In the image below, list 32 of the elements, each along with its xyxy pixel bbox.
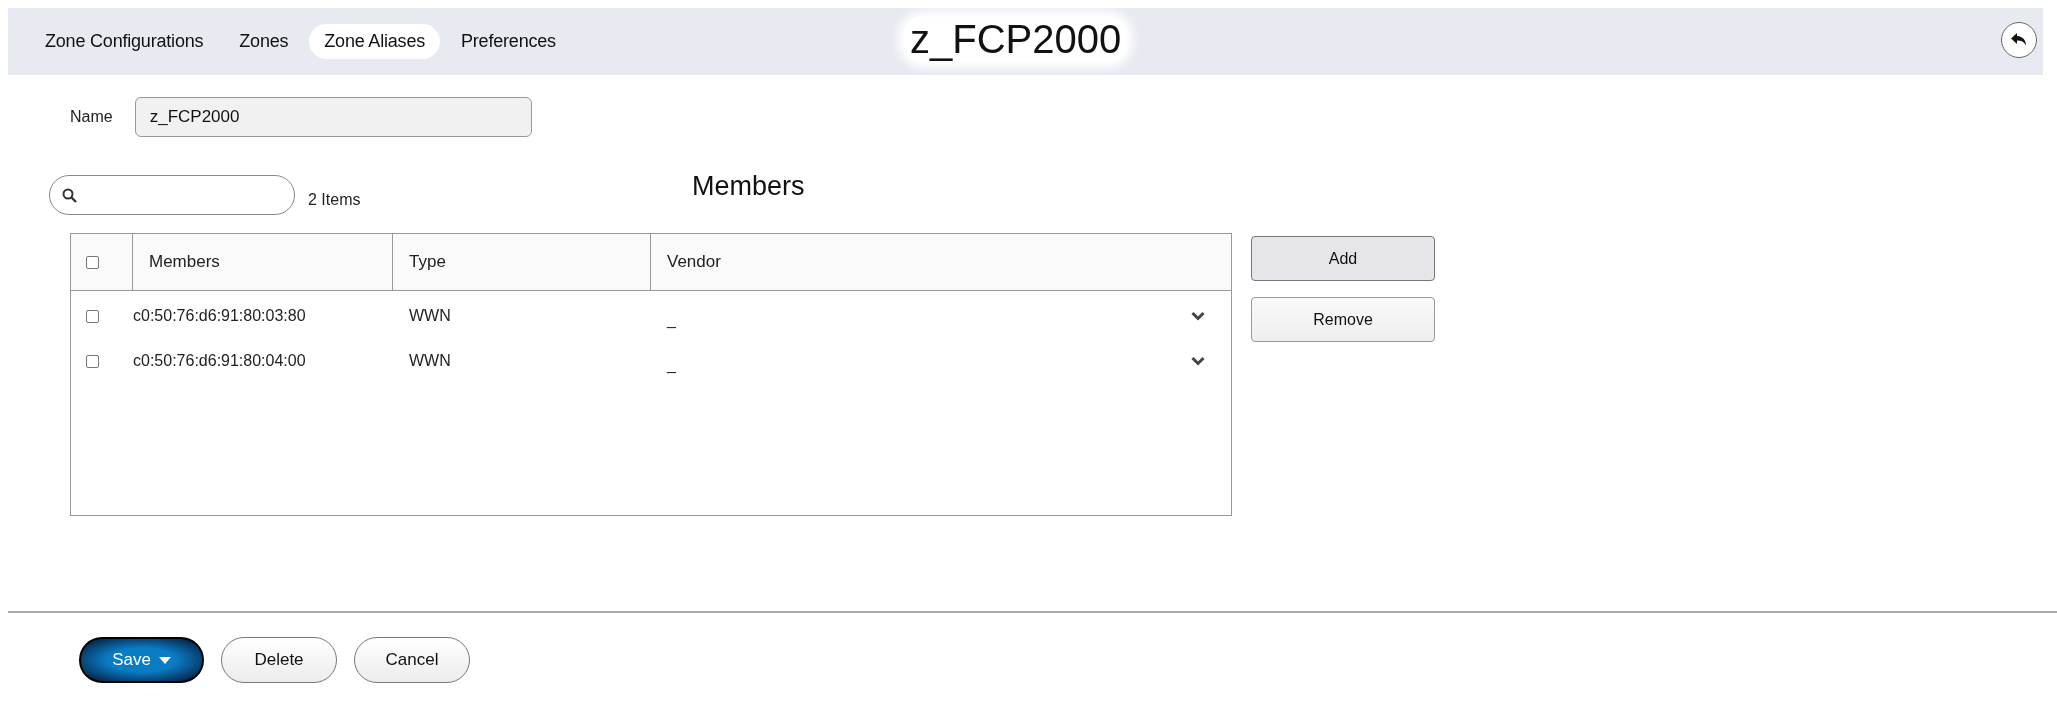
table-cell: WWN (409, 306, 451, 324)
undo-icon (2010, 32, 2028, 48)
section-heading: Members (692, 171, 805, 202)
checkbox[interactable] (86, 255, 99, 269)
column-header[interactable]: Members (133, 234, 393, 290)
nav-tab[interactable]: Zone Aliases (309, 24, 440, 59)
table-cell: _ (667, 355, 676, 373)
table-cell: c0:50:76:d6:91:80:03:80 (133, 306, 306, 324)
action-button[interactable]: Add (1251, 236, 1435, 281)
chevron-down-icon[interactable] (1191, 310, 1205, 321)
name-field[interactable]: z_FCP2000 (134, 97, 532, 137)
nav-tab[interactable]: Zones (224, 24, 304, 59)
nav-tab[interactable]: Preferences (446, 24, 571, 59)
column-header[interactable]: Vendor (651, 234, 1231, 290)
action-button[interactable]: Remove (1251, 297, 1435, 342)
caret-icon (158, 656, 171, 664)
checkbox[interactable] (86, 354, 99, 368)
action-button[interactable]: Delete (221, 637, 337, 683)
search-icon (62, 187, 77, 203)
back-button[interactable] (2001, 22, 2037, 58)
page-title: z_FCP2000 (904, 17, 1128, 62)
table-cell: c0:50:76:d6:91:80:04:00 (133, 351, 306, 369)
column-header[interactable]: Type (393, 234, 651, 290)
action-button[interactable]: Cancel (354, 637, 470, 683)
field-label: Name (70, 108, 113, 126)
nav-tab[interactable]: Zone Configurations (30, 24, 219, 59)
item-count: 2 Items (308, 191, 361, 209)
table-cell: WWN (409, 351, 451, 369)
checkbox[interactable] (86, 309, 99, 323)
chevron-down-icon[interactable] (1191, 355, 1205, 366)
table-cell: _ (667, 310, 676, 328)
save-button[interactable]: Save (79, 637, 204, 683)
